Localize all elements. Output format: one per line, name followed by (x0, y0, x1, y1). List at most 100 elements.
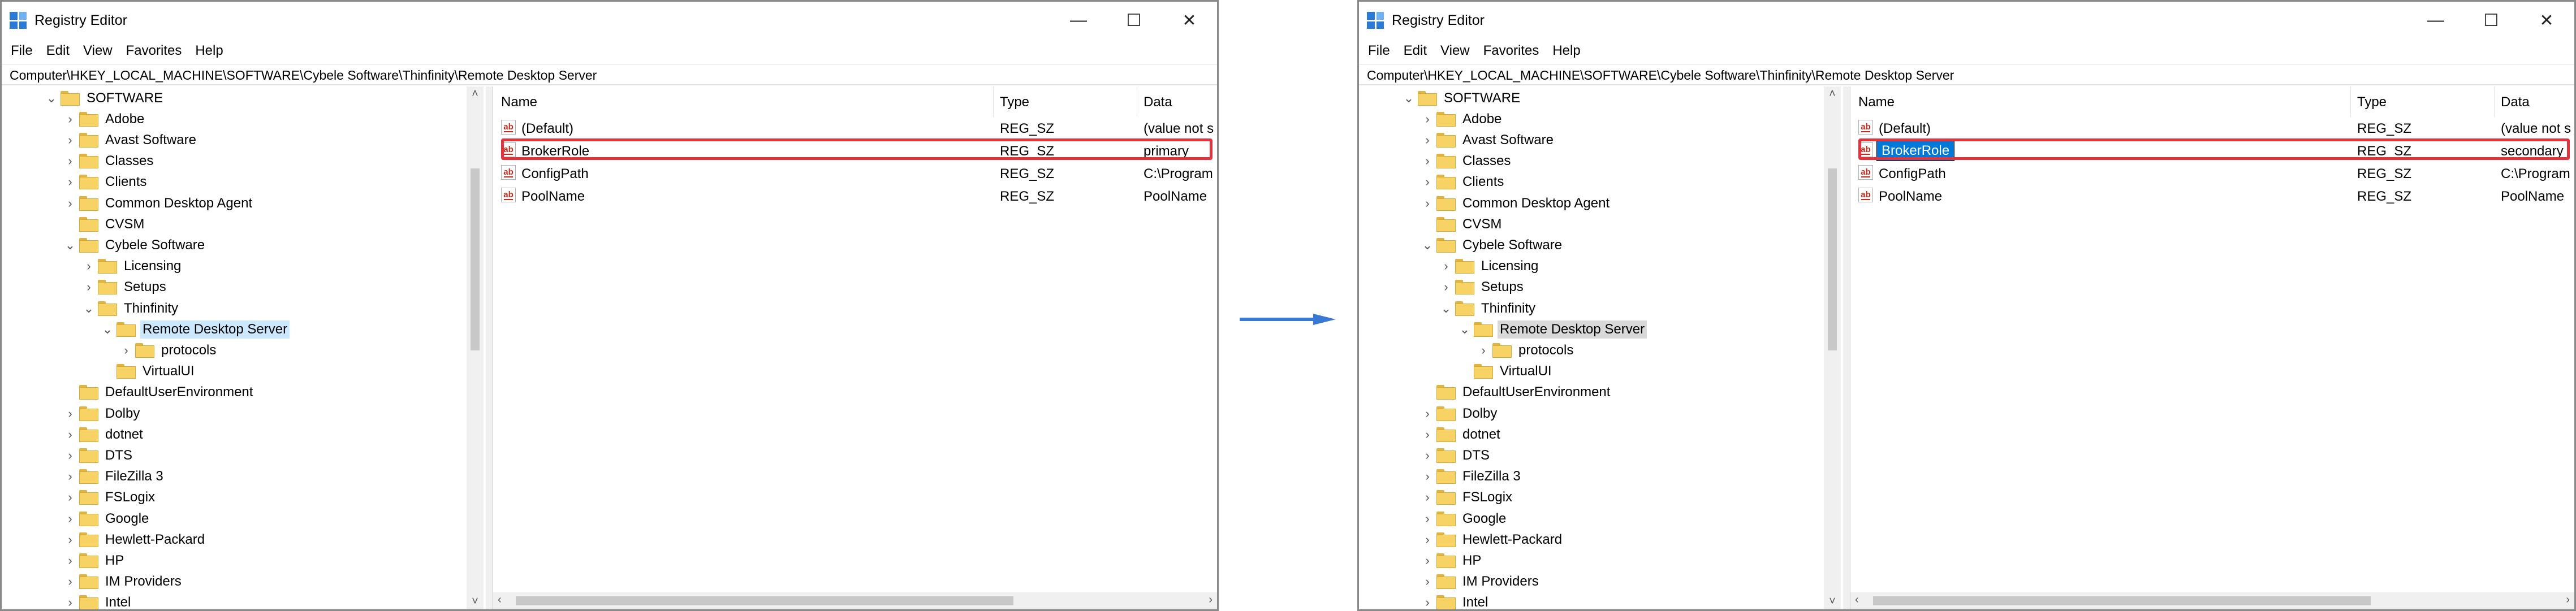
tree-node[interactable]: › Licensing (81, 256, 183, 277)
tree-node[interactable]: ⌄ Cybele Software (62, 235, 207, 255)
chevron-right-icon[interactable]: › (1419, 512, 1435, 526)
column-header-name[interactable]: Name (1858, 94, 1895, 110)
tree-node[interactable]: ⌄ Remote Desktop Server (1457, 319, 1647, 340)
scroll-left-icon[interactable]: ‹ (498, 593, 502, 606)
tree-node[interactable]: › Intel (1419, 592, 1490, 609)
maximize-button[interactable]: ☐ (2463, 2, 2519, 39)
value-row-poolname[interactable]: ab PoolName REG_SZ PoolName (493, 185, 1217, 207)
menu-help[interactable]: Help (1552, 43, 1580, 59)
chevron-right-icon[interactable]: › (62, 406, 78, 421)
tree-node[interactable]: VirtualUI (100, 361, 197, 382)
tree-node[interactable]: › Clients (1419, 172, 1506, 193)
maximize-button[interactable]: ☐ (1106, 2, 1162, 39)
column-header-name[interactable]: Name (501, 94, 537, 110)
chevron-right-icon[interactable]: › (62, 553, 78, 568)
chevron-right-icon[interactable]: › (1419, 196, 1435, 211)
chevron-right-icon[interactable]: › (1419, 490, 1435, 505)
tree-vertical-scrollbar[interactable]: ˄ ˅ (467, 86, 484, 609)
chevron-right-icon[interactable]: › (1419, 469, 1435, 484)
tree-node[interactable]: DefaultUserEnvironment (1419, 382, 1612, 403)
value-row-poolname[interactable]: ab PoolName REG_SZ PoolName (1850, 185, 2574, 207)
chevron-right-icon[interactable]: › (62, 532, 78, 547)
close-button[interactable]: ✕ (1162, 2, 1217, 39)
chevron-right-icon[interactable]: › (81, 280, 97, 294)
scroll-left-icon[interactable]: ‹ (1855, 593, 1859, 606)
column-header-data[interactable]: Data (2501, 94, 2530, 110)
tree-node[interactable]: › Setups (81, 277, 169, 298)
chevron-right-icon[interactable]: › (1419, 154, 1435, 168)
menu-edit[interactable]: Edit (1404, 43, 1427, 59)
tree-node[interactable]: › FileZilla 3 (1419, 466, 1523, 487)
tree-node[interactable]: › Classes (62, 151, 156, 172)
chevron-right-icon[interactable]: › (62, 469, 78, 484)
close-button[interactable]: ✕ (2519, 2, 2574, 39)
chevron-down-icon[interactable]: ⌄ (1419, 238, 1435, 253)
tree-node[interactable]: › DTS (1419, 445, 1492, 466)
tree-node[interactable]: › DTS (62, 445, 135, 466)
tree-node[interactable]: CVSM (1419, 214, 1504, 235)
tree-node[interactable]: › Hewlett-Packard (62, 529, 207, 550)
chevron-right-icon[interactable]: › (118, 343, 134, 358)
tree-node[interactable]: › dotnet (1419, 424, 1503, 445)
tree-node[interactable]: › Classes (1419, 151, 1513, 172)
chevron-right-icon[interactable]: › (1419, 175, 1435, 189)
chevron-right-icon[interactable]: › (1438, 259, 1454, 274)
tree-node[interactable]: › IM Providers (62, 571, 184, 592)
tree-node[interactable]: › dotnet (62, 424, 145, 445)
tree-node[interactable]: DefaultUserEnvironment (62, 382, 255, 403)
tree-node[interactable]: › FileZilla 3 (62, 466, 166, 487)
tree-node[interactable]: ⌄ Thinfinity (81, 298, 180, 319)
scroll-right-icon[interactable]: › (2566, 593, 2570, 606)
tree-node[interactable]: › Dolby (62, 403, 142, 424)
title-bar[interactable]: Registry Editor — ☐ ✕ (1359, 2, 2574, 39)
chevron-down-icon[interactable]: ⌄ (62, 238, 78, 253)
pane-splitter[interactable] (486, 86, 493, 609)
chevron-right-icon[interactable]: › (1475, 343, 1491, 358)
menu-help[interactable]: Help (195, 43, 223, 59)
menu-file[interactable]: File (11, 43, 33, 59)
scroll-down-icon[interactable]: ˅ (467, 595, 484, 608)
chevron-right-icon[interactable]: › (1419, 574, 1435, 589)
chevron-down-icon[interactable]: ⌄ (100, 322, 115, 337)
menu-file[interactable]: File (1368, 43, 1390, 59)
chevron-right-icon[interactable]: › (62, 490, 78, 505)
chevron-down-icon[interactable]: ⌄ (1438, 301, 1454, 316)
tree-node[interactable]: ⌄ SOFTWARE (44, 88, 165, 109)
address-bar[interactable]: Computer\HKEY_LOCAL_MACHINE\SOFTWARE\Cyb… (1359, 64, 2574, 85)
chevron-right-icon[interactable]: › (62, 448, 78, 463)
chevron-right-icon[interactable]: › (1419, 595, 1435, 609)
tree-node[interactable]: › Avast Software (1419, 129, 1556, 150)
scroll-thumb[interactable] (1828, 168, 1837, 350)
scroll-up-icon[interactable]: ˄ (467, 88, 484, 101)
chevron-right-icon[interactable]: › (62, 154, 78, 168)
menu-favorites[interactable]: Favorites (1483, 43, 1539, 59)
tree-node[interactable]: ⌄ Thinfinity (1438, 298, 1538, 319)
tree-node[interactable]: CVSM (62, 214, 146, 235)
tree-node[interactable]: › Licensing (1438, 256, 1541, 277)
tree-node[interactable]: › Clients (62, 172, 149, 193)
list-horizontal-scrollbar[interactable]: ‹ › (493, 592, 1217, 609)
tree-node[interactable]: › Hewlett-Packard (1419, 529, 1564, 550)
chevron-right-icon[interactable]: › (81, 259, 97, 274)
address-bar[interactable]: Computer\HKEY_LOCAL_MACHINE\SOFTWARE\Cyb… (2, 64, 1217, 85)
menu-view[interactable]: View (83, 43, 113, 59)
tree-node[interactable]: › FSLogix (1419, 487, 1514, 508)
tree-node[interactable]: › Intel (62, 592, 133, 609)
chevron-right-icon[interactable]: › (1419, 133, 1435, 148)
value-row-configpath[interactable]: ab ConfigPath REG_SZ C:\Program (1850, 162, 2574, 185)
scroll-thumb[interactable] (516, 596, 1013, 605)
scroll-thumb[interactable] (1873, 596, 2371, 605)
tree-node[interactable]: VirtualUI (1457, 361, 1554, 382)
chevron-right-icon[interactable]: › (62, 196, 78, 211)
chevron-down-icon[interactable]: ⌄ (81, 301, 97, 316)
scroll-right-icon[interactable]: › (1209, 593, 1213, 606)
tree-node[interactable]: ⌄ SOFTWARE (1401, 88, 1522, 109)
tree-node[interactable]: › Avast Software (62, 129, 199, 150)
tree-node[interactable]: › HP (1419, 550, 1483, 571)
list-horizontal-scrollbar[interactable]: ‹ › (1850, 592, 2574, 609)
menu-favorites[interactable]: Favorites (126, 43, 182, 59)
chevron-right-icon[interactable]: › (1419, 532, 1435, 547)
value-row-default[interactable]: ab (Default) REG_SZ (value not s (493, 117, 1217, 140)
tree-node[interactable]: › Google (1419, 508, 1508, 529)
menu-edit[interactable]: Edit (46, 43, 70, 59)
